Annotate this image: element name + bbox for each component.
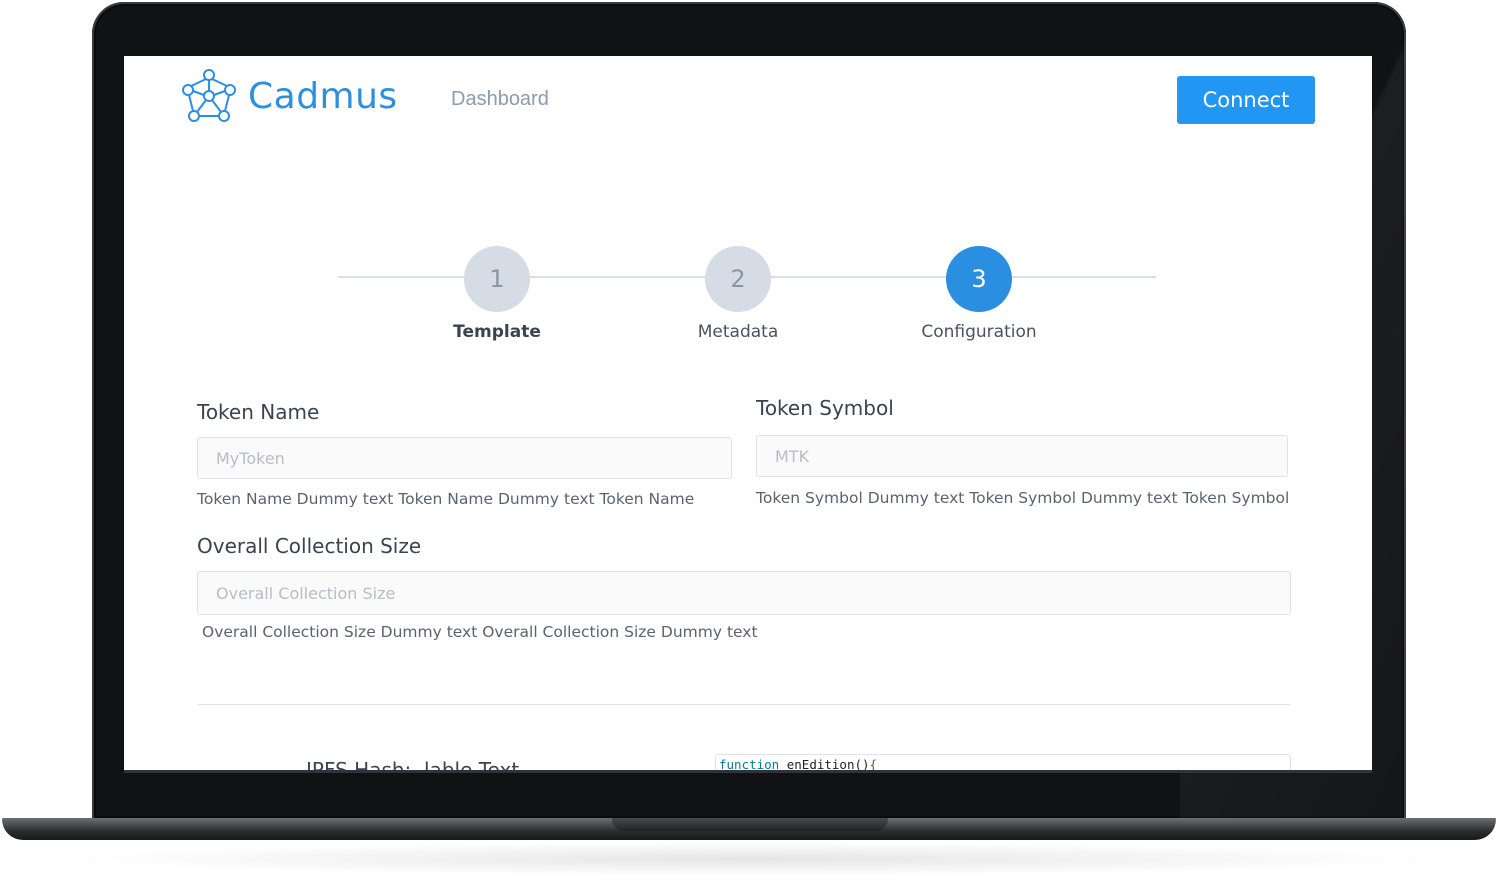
collection-size-label: Overall Collection Size <box>197 534 422 558</box>
screen-bottom-edge <box>124 770 1372 773</box>
nav-dashboard-link[interactable]: Dashboard <box>451 88 549 111</box>
token-name-help: Token Name Dummy text Token Name Dummy t… <box>197 490 695 508</box>
app-screen: Cadmus Dashboard Connect 1 Template 2 Me… <box>124 56 1372 772</box>
collection-size-help: Overall Collection Size Dummy text Overa… <box>202 623 758 641</box>
step-number: 2 <box>705 246 771 312</box>
token-name-input[interactable] <box>197 437 732 479</box>
collection-size-input[interactable] <box>197 571 1291 615</box>
step-number: 3 <box>946 246 1012 312</box>
token-symbol-label: Token Symbol <box>756 396 894 420</box>
laptop-base-notch <box>612 818 888 831</box>
token-name-label: Token Name <box>197 400 320 424</box>
step-configuration[interactable]: 3 Configuration <box>899 246 1059 342</box>
step-label: Configuration <box>921 322 1037 342</box>
brand-name: Cadmus <box>248 75 398 117</box>
brand-logo[interactable]: Cadmus <box>180 68 398 124</box>
connect-button[interactable]: Connect <box>1177 76 1315 124</box>
section-divider <box>197 704 1291 705</box>
token-symbol-input[interactable] <box>756 435 1288 477</box>
step-metadata[interactable]: 2 Metadata <box>658 246 818 342</box>
token-symbol-help: Token Symbol Dummy text Token Symbol Dum… <box>756 489 1290 507</box>
step-label: Metadata <box>697 322 779 342</box>
step-label: Template <box>453 322 541 342</box>
laptop-shadow <box>60 842 1440 876</box>
molecule-logo-icon <box>182 69 236 122</box>
step-template[interactable]: 1 Template <box>417 246 577 342</box>
step-number: 1 <box>464 246 530 312</box>
